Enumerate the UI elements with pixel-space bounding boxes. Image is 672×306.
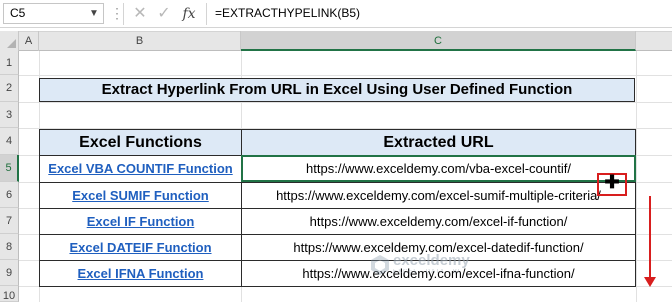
table-cell-url[interactable]: https://www.exceldemy.com/excel-sumif-mu… [241,182,636,209]
more-icon: ⋮ [110,5,124,21]
hyperlink[interactable]: Excel IFNA Function [78,266,204,281]
row-header-7[interactable]: 7 [0,208,19,234]
row-header-8[interactable]: 8 [0,234,19,260]
exceldemy-logo-icon [371,255,389,275]
column-header-c[interactable]: C [241,31,636,51]
watermark-name: exceldemy [393,252,470,269]
arrow-down-icon [644,277,656,287]
table-cell-function[interactable]: Excel VBA COUNTIF Function [39,155,242,183]
row-header-3[interactable]: 3 [0,102,19,128]
sheet-title[interactable]: Extract Hyperlink From URL in Excel Usin… [39,78,635,102]
divider [123,3,124,25]
grid-line [636,51,637,302]
row-header-10[interactable]: 10 [0,286,19,302]
divider [206,3,207,25]
grid-line [19,102,672,103]
select-all-icon [7,39,16,48]
table-cell-function[interactable]: Excel IF Function [39,208,242,235]
check-icon[interactable]: ✓ [155,4,173,24]
hyperlink[interactable]: Excel DATEIF Function [69,240,211,255]
crosshair-cursor-icon[interactable]: ✚ [602,172,622,192]
table-header-url[interactable]: Extracted URL [241,129,636,156]
row-header-4[interactable]: 4 [0,128,19,155]
row-header-6[interactable]: 6 [0,182,19,208]
fx-icon[interactable]: fx [178,4,200,24]
column-header-b[interactable]: B [39,31,241,51]
grid-line [19,75,672,76]
row-header-1[interactable]: 1 [0,51,19,75]
column-header-a[interactable]: A [19,31,39,51]
watermark-tagline: EXCEL · DATA · BI [393,269,461,275]
row-header-5[interactable]: 5 [0,155,19,182]
active-cell-highlight [241,155,636,182]
hyperlink[interactable]: Excel VBA COUNTIF Function [48,161,232,176]
close-icon[interactable]: ✕ [131,4,149,24]
chevron-down-icon[interactable]: ▼ [86,3,102,24]
table-header-functions[interactable]: Excel Functions [39,129,242,156]
drag-arrow-line [649,196,651,279]
row-header-2[interactable]: 2 [0,75,19,102]
formula-input[interactable]: =EXTRACTHYPELINK(B5) [215,3,655,24]
hyperlink[interactable]: Excel SUMIF Function [72,188,209,203]
table-cell-url[interactable]: https://www.exceldemy.com/excel-if-funct… [241,208,636,235]
table-cell-function[interactable]: Excel IFNA Function [39,260,242,287]
table-cell-function[interactable]: Excel SUMIF Function [39,182,242,209]
table-cell-function[interactable]: Excel DATEIF Function [39,234,242,261]
row-header-9[interactable]: 9 [0,260,19,286]
hyperlink[interactable]: Excel IF Function [87,214,195,229]
